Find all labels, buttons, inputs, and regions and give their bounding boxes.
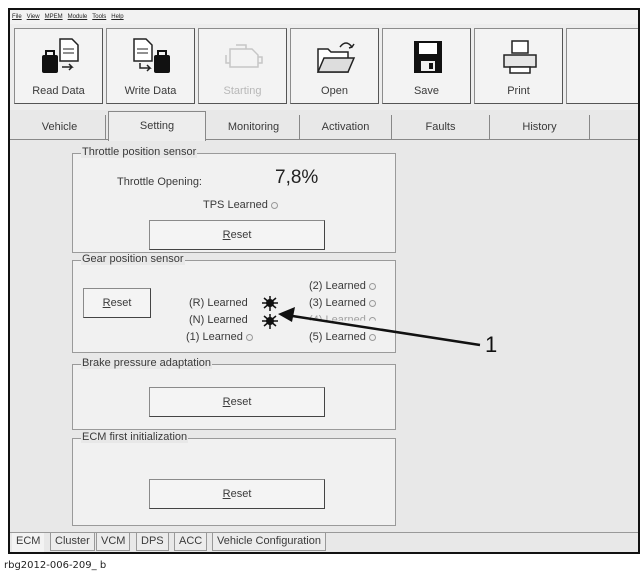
tab-cluster[interactable]: Cluster bbox=[50, 533, 95, 551]
tab-dps[interactable]: DPS bbox=[136, 533, 169, 551]
figure-caption: rbg2012-006-209_ b bbox=[4, 560, 107, 571]
application-window: File View MPEM Module Tools Help Read Da… bbox=[8, 8, 640, 554]
tab-vcm[interactable]: VCM bbox=[96, 533, 131, 551]
tab-acc[interactable]: ACC bbox=[174, 533, 208, 551]
callout-arrow bbox=[278, 307, 481, 347]
tab-vehicle-configuration[interactable]: Vehicle Configuration bbox=[212, 533, 326, 551]
tab-ecm[interactable]: ECM bbox=[12, 533, 45, 552]
module-tab-strip: ECM Cluster VCM DPS ACC Vehicle Configur… bbox=[10, 532, 638, 552]
callout-number: 1 bbox=[485, 332, 498, 357]
